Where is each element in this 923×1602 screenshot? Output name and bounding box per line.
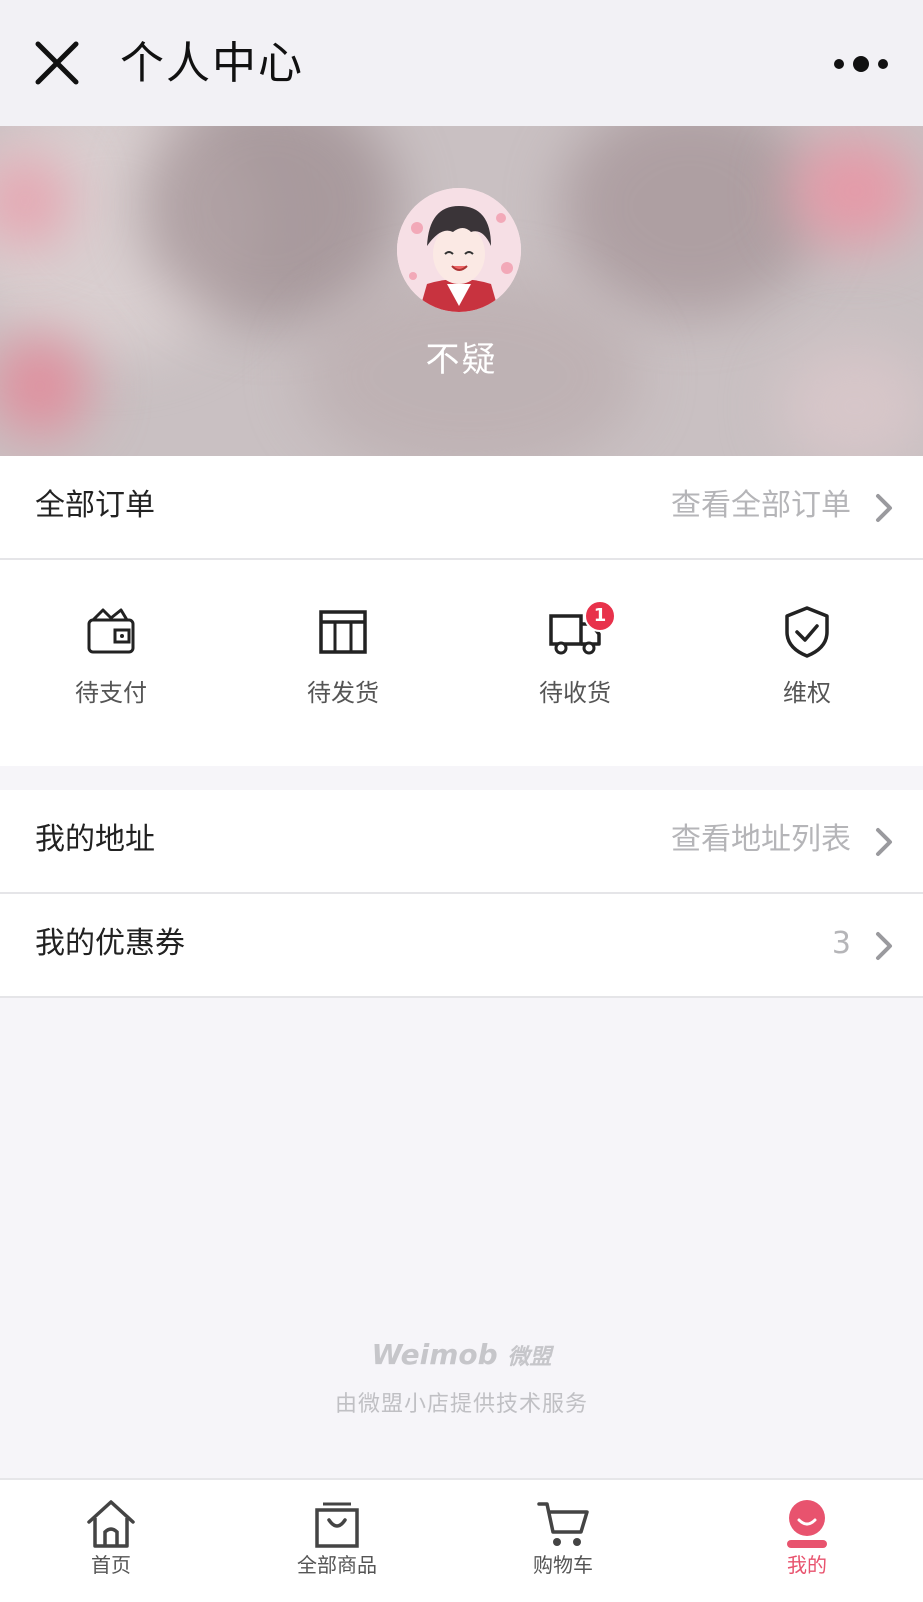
user-icon [787,1500,827,1548]
chevron-right-icon [876,828,892,856]
tab-label: 全部商品 [297,1553,377,1577]
home-icon [87,1500,135,1548]
title-bar: 个人中心 [0,0,923,126]
status-pending-payment[interactable]: 待支付 [36,604,186,724]
order-status-bar: 待支付 待发货 1 待收货 维权 [0,560,923,766]
page-title: 个人中心 [120,38,304,89]
status-pending-receipt[interactable]: 1 待收货 [500,600,650,724]
brand-logo: Weimob 微盟 [0,1338,923,1371]
status-pending-shipment[interactable]: 待发货 [268,604,418,724]
powered-by-text: 由微盟小店提供技术服务 [334,1392,588,1417]
status-after-sales[interactable]: 维权 [732,604,882,724]
my-coupons-label: 我的优惠券 [35,926,185,961]
avatar[interactable] [397,188,521,312]
tab-cart[interactable]: 购物车 [488,1498,638,1594]
all-orders-row[interactable]: 全部订单 查看全部订单 [0,456,923,558]
package-icon [319,610,367,654]
user-nickname: 不疑 [425,340,498,380]
cart-icon [537,1502,589,1546]
unread-badge: 1 [584,600,616,632]
shopping-bag-icon [315,1502,359,1548]
chevron-right-icon [876,932,892,960]
tab-label: 购物车 [533,1553,593,1577]
my-coupons-row[interactable]: 我的优惠券 3 [0,894,923,996]
tab-me[interactable]: 我的 [732,1498,882,1594]
bottom-tab-bar: 首页 全部商品 购物车 我的 [0,1478,923,1602]
view-all-orders-link[interactable]: 查看全部订单 [671,486,851,526]
wallet-icon [87,608,135,654]
brand-name-cn: 微盟 [507,1345,552,1370]
view-address-list-link[interactable]: 查看地址列表 [671,820,851,860]
shield-check-icon [785,606,829,658]
my-address-label: 我的地址 [35,822,155,857]
tab-home[interactable]: 首页 [36,1498,186,1594]
tab-all-products[interactable]: 全部商品 [262,1498,412,1594]
status-label: 维权 [783,679,831,707]
tab-label: 首页 [91,1553,131,1577]
profile-banner: 不疑 [0,126,923,456]
tab-label: 我的 [787,1553,827,1577]
status-label: 待发货 [307,679,379,707]
coupon-count: 3 [831,926,851,961]
divider [0,996,923,998]
my-address-row[interactable]: 我的地址 查看地址列表 [0,790,923,892]
brand-name-en: Weimob [371,1338,498,1371]
avatar-image [397,188,521,312]
more-options-icon[interactable] [831,50,891,78]
chevron-right-icon [876,494,892,522]
status-label: 待收货 [539,679,611,707]
close-icon[interactable] [34,40,80,86]
status-label: 待支付 [75,679,147,707]
all-orders-label: 全部订单 [35,488,155,523]
